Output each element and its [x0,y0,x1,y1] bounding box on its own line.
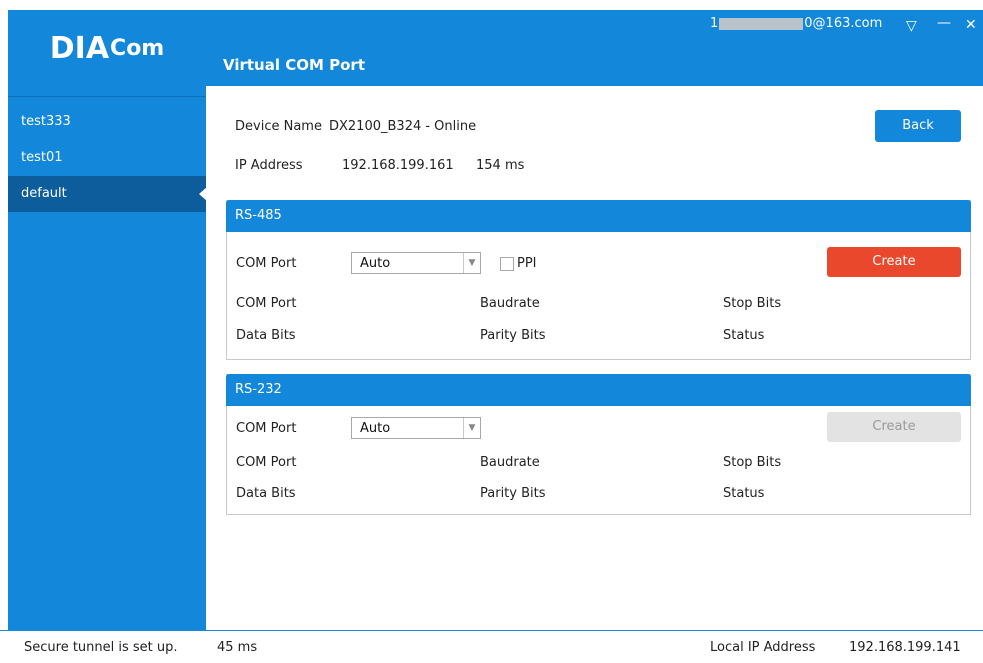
com-port-select-value: Auto [360,256,391,271]
page-title: Virtual COM Port [223,56,365,74]
device-name-label: Device Name [235,119,322,134]
com-port-select[interactable]: Auto ▼ [351,252,481,274]
close-icon[interactable]: ✕ [965,17,977,33]
com-port-label: COM Port [236,256,297,271]
chevron-down-icon: ▼ [463,418,480,438]
create-button-rs232[interactable]: Create [827,412,961,442]
status-field-label: Status [723,486,765,501]
rs485-panel-header: RS-485 [226,200,971,232]
create-button-rs485[interactable]: Create [827,247,961,277]
rs232-panel-header: RS-232 [226,374,971,406]
parity-bits-field-label: Parity Bits [480,328,546,343]
parity-bits-field-label: Parity Bits [480,486,546,501]
dropdown-triangle-icon[interactable]: ▽ [906,18,917,34]
back-button[interactable]: Back [875,110,961,142]
chevron-down-icon: ▼ [463,253,480,273]
sidebar-item-label: test01 [21,150,63,165]
rs232-panel: RS-232 COM Port Auto ▼ Create COM Port B… [226,374,971,515]
baudrate-field-label: Baudrate [480,455,540,470]
com-port-label: COM Port [236,421,297,436]
tunnel-status-text: Secure tunnel is set up. [24,640,178,655]
data-bits-field-label: Data Bits [236,486,296,501]
com-port-field-label: COM Port [236,296,297,311]
sidebar-item-label: default [21,186,67,201]
sidebar-item-label: test333 [21,114,71,129]
tunnel-latency: 45 ms [217,640,258,655]
stop-bits-field-label: Stop Bits [723,296,782,311]
logo-text-dia: DIA [49,30,110,66]
account-label[interactable]: 1 0@163.com [710,16,882,31]
account-suffix: 0@163.com [804,16,883,31]
status-bar: Secure tunnel is set up. 45 ms Local IP … [0,630,983,663]
main-content: Device Name DX2100_B324 - Online Back IP… [206,86,983,630]
com-port-select-value: Auto [360,421,391,436]
com-port-select[interactable]: Auto ▼ [351,417,481,439]
local-ip-value: 192.168.199.141 [849,640,961,655]
ip-address-value: 192.168.199.161 [342,158,454,173]
status-field-label: Status [723,328,765,343]
stop-bits-field-label: Stop Bits [723,455,782,470]
header-bar: Virtual COM Port 1 0@163.com ▽ — ✕ [206,10,983,86]
baudrate-field-label: Baudrate [480,296,540,311]
device-name-value: DX2100_B324 - Online [329,119,477,134]
sidebar-item-default[interactable]: default [8,176,207,212]
sidebar: DIA Com test333 test01 default [8,10,207,630]
sidebar-item-test01[interactable]: test01 [8,140,206,176]
com-port-field-label: COM Port [236,455,297,470]
ppi-label: PPI [517,256,537,271]
ppi-checkbox[interactable] [500,257,514,271]
local-ip-label: Local IP Address [710,640,816,655]
app-logo: DIA Com [8,10,206,86]
logo-text-com: Com [110,35,165,61]
window-top-edge [0,0,983,10]
sidebar-divider [8,96,206,97]
rs485-panel: RS-485 COM Port Auto ▼ PPI Create COM Po… [226,200,971,360]
latency-value: 154 ms [476,158,525,173]
sidebar-item-test333[interactable]: test333 [8,104,206,140]
account-redaction [719,17,804,30]
account-prefix: 1 [710,16,719,31]
data-bits-field-label: Data Bits [236,328,296,343]
ip-address-label: IP Address [235,158,303,173]
minimize-icon[interactable]: — [937,15,951,31]
